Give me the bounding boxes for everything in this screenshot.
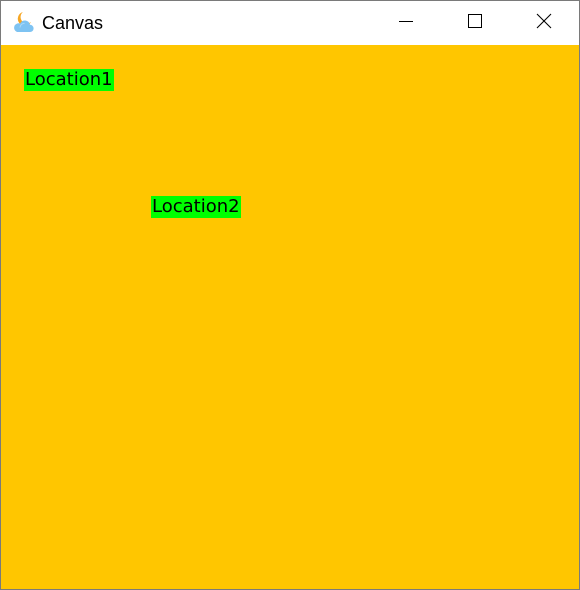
app-window: Canvas Location1 Location2 (0, 0, 580, 590)
minimize-button[interactable] (383, 1, 429, 45)
minimize-icon (398, 13, 414, 34)
weather-moon-cloud-icon (12, 11, 36, 35)
close-icon (536, 13, 552, 34)
maximize-icon (467, 13, 483, 34)
location1-label: Location1 (24, 69, 114, 91)
close-button[interactable] (521, 1, 567, 45)
window-title: Canvas (42, 13, 104, 33)
maximize-button[interactable] (452, 1, 498, 45)
title-bar[interactable]: Canvas (1, 1, 579, 45)
location2-label: Location2 (151, 196, 241, 218)
canvas-area[interactable]: Location1 Location2 (1, 45, 579, 589)
